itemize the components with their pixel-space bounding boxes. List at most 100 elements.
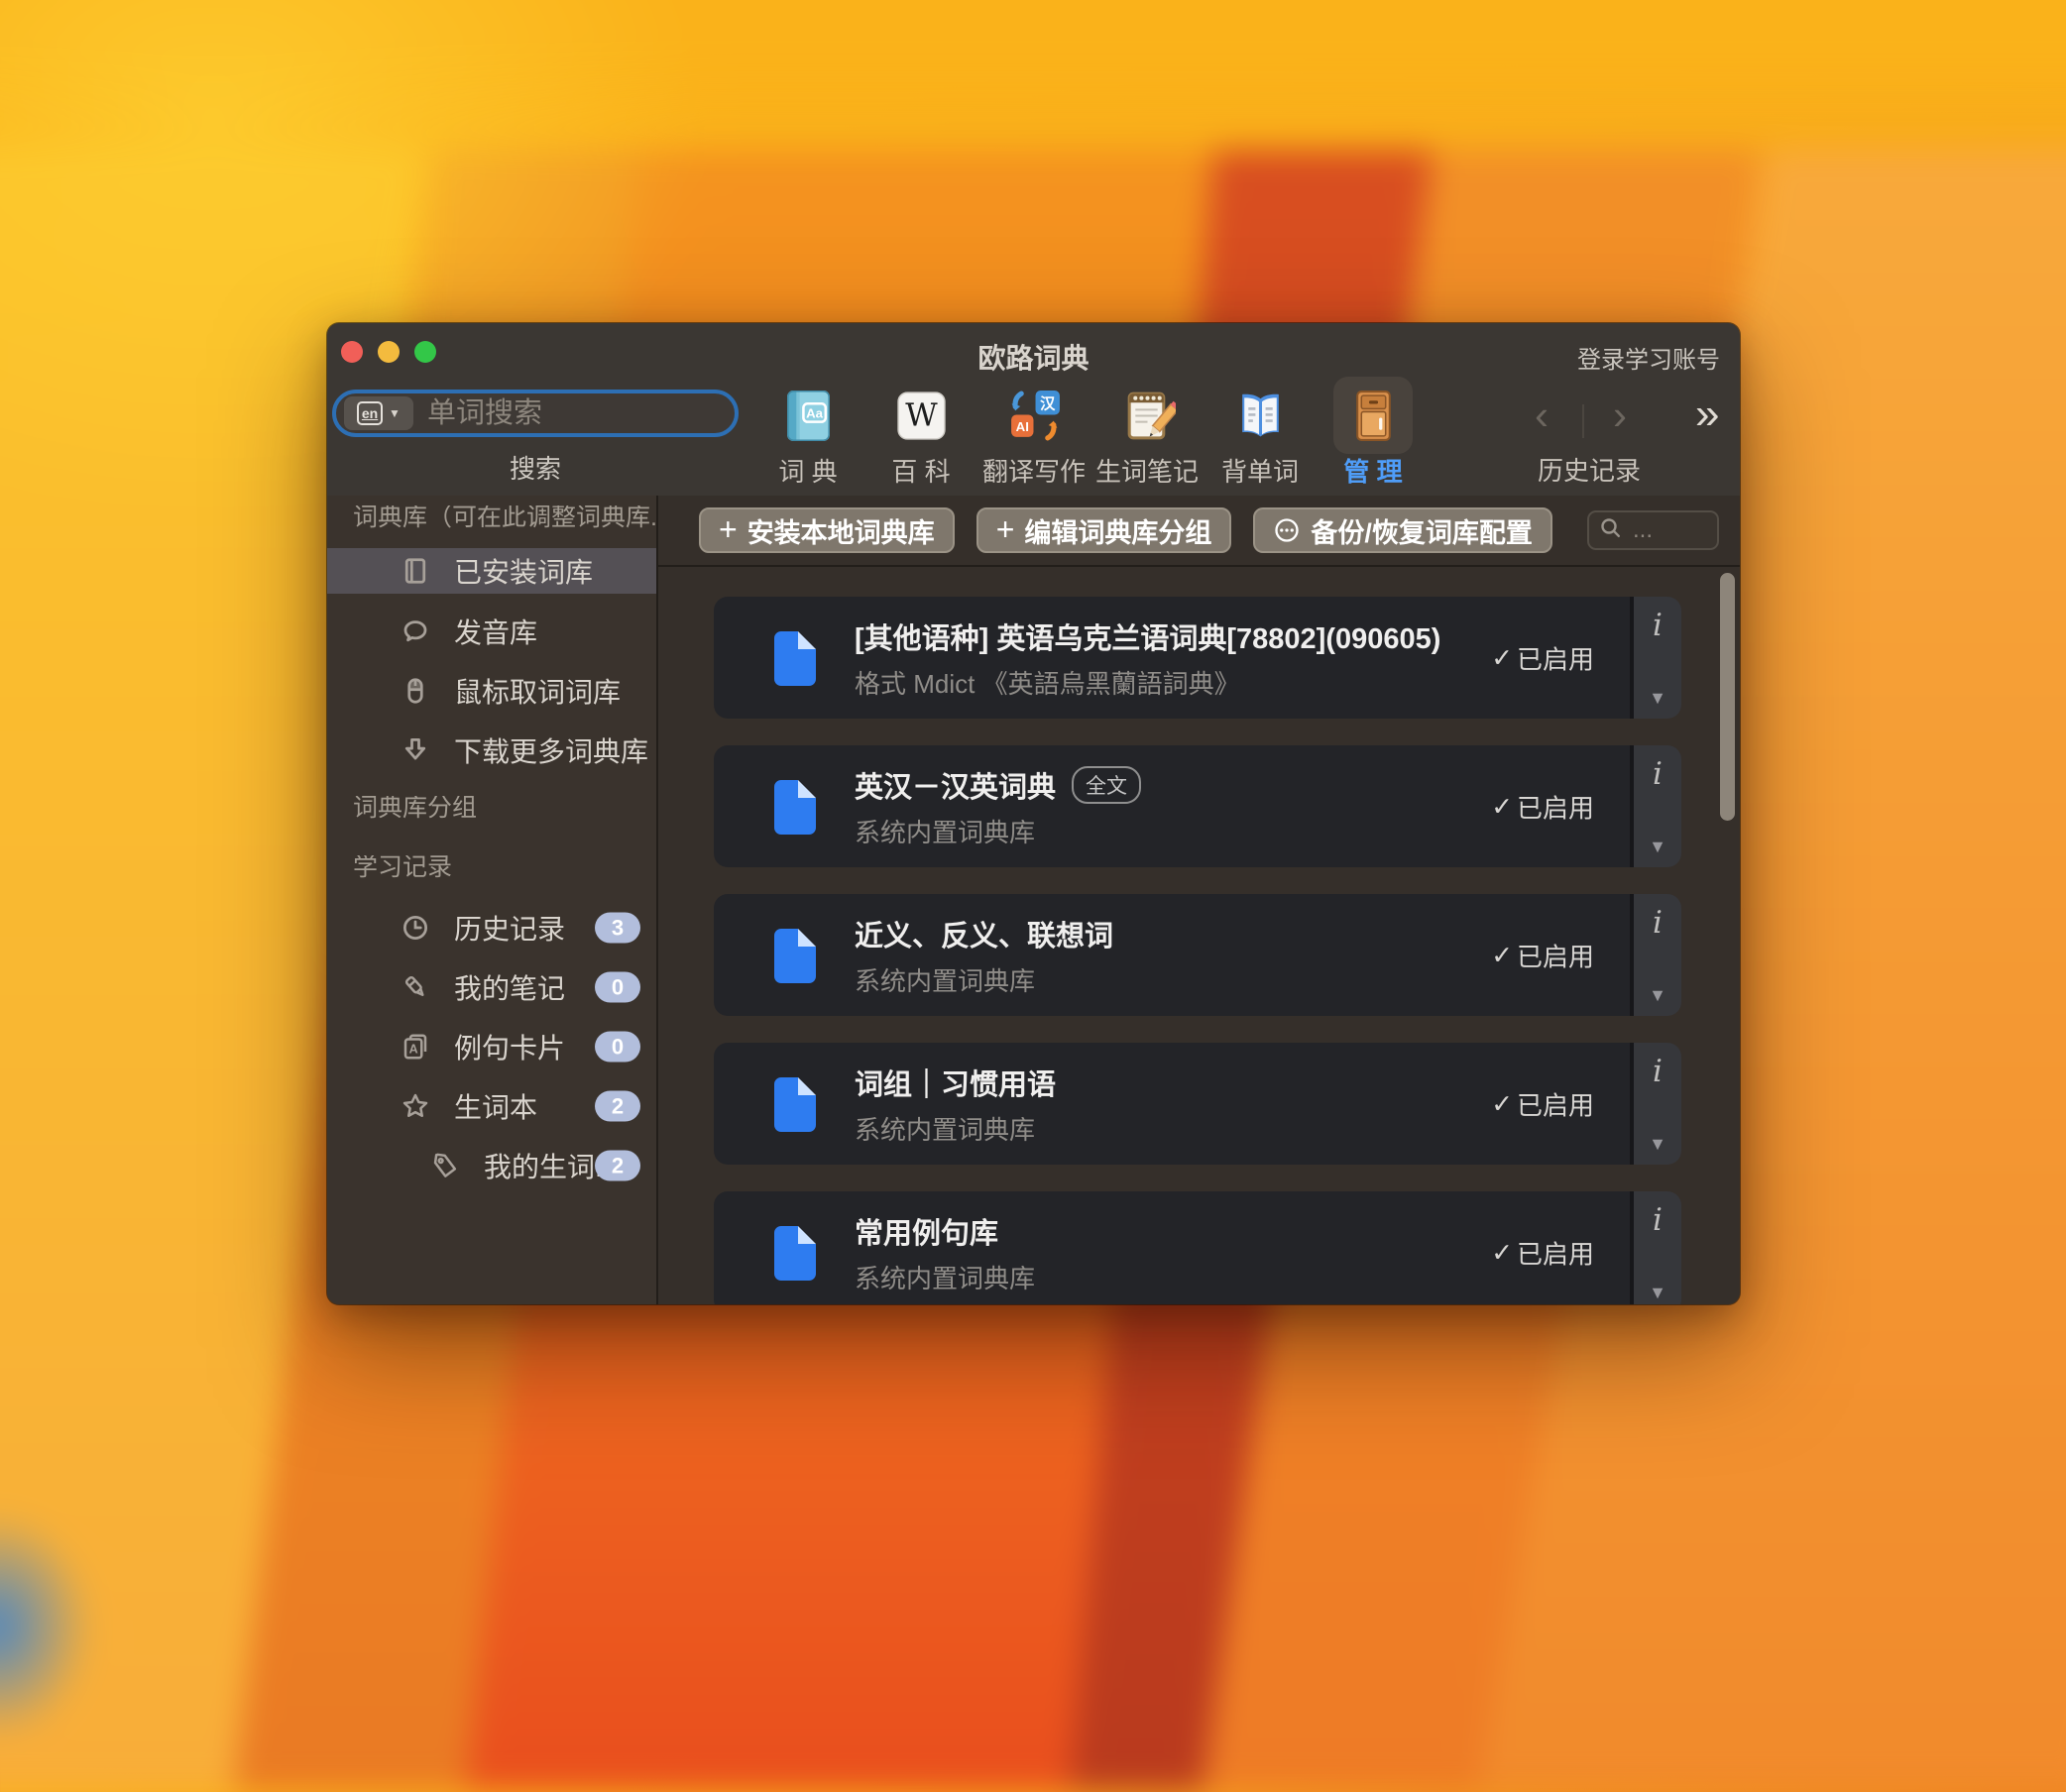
count-badge: 0 bbox=[595, 1032, 640, 1063]
backup-restore-button[interactable]: 备份/恢复词库配置 bbox=[1253, 507, 1552, 553]
count-badge: 3 bbox=[595, 913, 640, 944]
tab-label-dictionary: 词 典 bbox=[746, 452, 870, 489]
flashcard-icon: A bbox=[401, 1032, 430, 1062]
login-account-button[interactable]: 登录学习账号 bbox=[1577, 340, 1720, 375]
tab-label-manage: 管 理 bbox=[1311, 452, 1435, 489]
check-icon: ✓ bbox=[1491, 1088, 1513, 1119]
tab-dictionary[interactable]: Aa 词 典 bbox=[751, 375, 864, 494]
expand-row-button[interactable]: ▼ bbox=[1649, 1284, 1666, 1301]
svg-text:W: W bbox=[905, 397, 938, 433]
close-button[interactable] bbox=[341, 341, 363, 363]
download-arrow-icon bbox=[401, 735, 430, 765]
tab-label-memorize-words: 背单词 bbox=[1198, 452, 1322, 489]
expand-row-button[interactable]: ▼ bbox=[1649, 986, 1666, 1004]
zoom-button[interactable] bbox=[414, 341, 436, 363]
dict-subtitle: 系统内置词典库 bbox=[855, 813, 1141, 849]
check-icon: ✓ bbox=[1491, 642, 1513, 673]
info-button[interactable]: i bbox=[1653, 1057, 1663, 1087]
document-icon bbox=[771, 630, 817, 686]
tab-encyclopedia[interactable]: W 百 科 bbox=[864, 375, 977, 494]
chevron-down-icon: ▼ bbox=[389, 406, 401, 420]
translate-icon: 汉 AI bbox=[1006, 388, 1063, 444]
info-button[interactable]: i bbox=[1653, 611, 1663, 641]
tab-translation-writing[interactable]: 汉AI 翻译写作 bbox=[977, 375, 1090, 494]
dictionary-book-icon: Aa bbox=[780, 388, 837, 444]
document-icon bbox=[771, 928, 817, 983]
sidebar-item-download-more-dicts[interactable]: 下载更多词典库 bbox=[327, 721, 656, 780]
dict-row[interactable]: 近义、反义、联想词 系统内置词典库 ✓ 已启用 i ▼ bbox=[714, 894, 1681, 1016]
count-badge: 0 bbox=[595, 972, 640, 1003]
back-button[interactable]: ‹ bbox=[1535, 394, 1549, 436]
scrollbar-thumb[interactable] bbox=[1720, 573, 1735, 821]
info-button[interactable]: i bbox=[1653, 908, 1663, 939]
toolbar-tabs: Aa 词 典 W 百 科 汉 AI 翻译写作 生词笔记 背单词 管 理 bbox=[751, 375, 1430, 494]
word-search-input[interactable] bbox=[413, 397, 735, 430]
svg-text:汉: 汉 bbox=[1040, 394, 1056, 412]
expand-row-button[interactable]: ▼ bbox=[1649, 1135, 1666, 1153]
tag-icon bbox=[430, 1151, 460, 1180]
sidebar-section-header: 词典库（可在此调整词典库... bbox=[353, 505, 656, 530]
sidebar-item-mouse-lookup-dicts[interactable]: 鼠标取词词库 bbox=[327, 661, 656, 721]
svg-text:AI: AI bbox=[1015, 418, 1028, 433]
dict-title: [其他语种] 英语乌克兰语词典[78802](090605) bbox=[855, 616, 1440, 657]
document-icon bbox=[771, 1076, 817, 1132]
wikipedia-icon: W bbox=[893, 388, 950, 444]
word-search-field[interactable]: en ▼ bbox=[332, 390, 739, 437]
minimize-button[interactable] bbox=[378, 341, 400, 363]
plus-icon: + bbox=[719, 513, 738, 547]
info-button[interactable]: i bbox=[1653, 1205, 1663, 1236]
enabled-status: ✓ 已启用 bbox=[1491, 788, 1594, 825]
info-button[interactable]: i bbox=[1653, 759, 1663, 790]
eudic-window: 欧路词典 登录学习账号 en ▼ 搜索 Aa 词 典 W 百 科 汉AI 翻译写… bbox=[327, 323, 1740, 1304]
language-book-icon: en bbox=[357, 401, 383, 425]
clock-icon bbox=[401, 913, 430, 943]
enabled-status: ✓ 已启用 bbox=[1491, 639, 1594, 676]
sidebar-item-wordbook[interactable]: 生词本 2 bbox=[327, 1076, 656, 1136]
sidebar-item-sentence-cards[interactable]: A 例句卡片 0 bbox=[327, 1017, 656, 1076]
forward-button[interactable]: › bbox=[1613, 394, 1627, 436]
marker-icon bbox=[401, 972, 430, 1002]
open-book-icon bbox=[1232, 388, 1289, 444]
search-language-selector[interactable]: en ▼ bbox=[344, 396, 413, 430]
enabled-status: ✓ 已启用 bbox=[1491, 1085, 1594, 1122]
svg-text:A: A bbox=[409, 1043, 418, 1057]
sidebar-item-my-notes[interactable]: 我的笔记 0 bbox=[327, 957, 656, 1017]
sidebar-section-header: 学习记录 bbox=[353, 855, 656, 880]
dict-subtitle: 系统内置词典库 bbox=[855, 1259, 1035, 1295]
sidebar-section-header: 词典库分组 bbox=[353, 796, 656, 821]
app-title: 欧路词典 bbox=[625, 337, 1442, 377]
star-icon bbox=[401, 1091, 430, 1121]
sidebar-item-my-words[interactable]: 我的生词... 2 bbox=[327, 1136, 656, 1195]
dict-filter-field[interactable] bbox=[1587, 510, 1719, 550]
dict-subtitle: 系统内置词典库 bbox=[855, 961, 1113, 998]
tab-vocab-notes[interactable]: 生词笔记 bbox=[1090, 375, 1204, 494]
sidebar-item-installed-dicts[interactable]: 已安装词库 bbox=[327, 548, 656, 594]
dict-filter-input[interactable] bbox=[1631, 515, 1694, 545]
sidebar-item-pronunciation-lib[interactable]: 发音库 bbox=[327, 602, 656, 661]
tab-label-vocab-notes: 生词笔记 bbox=[1085, 452, 1209, 489]
tab-label-translation-writing: 翻译写作 bbox=[972, 452, 1096, 489]
more-tools-button[interactable]: » bbox=[1695, 392, 1719, 436]
dict-title: 词组｜习惯用语 bbox=[855, 1062, 1056, 1103]
sidebar-item-history[interactable]: 历史记录 3 bbox=[327, 898, 656, 957]
enabled-status: ✓ 已启用 bbox=[1491, 937, 1594, 973]
edit-dict-groups-button[interactable]: + 编辑词典库分组 bbox=[976, 507, 1232, 553]
document-icon bbox=[771, 779, 817, 835]
notebook-pencil-icon bbox=[1119, 388, 1176, 444]
expand-row-button[interactable]: ▼ bbox=[1649, 838, 1666, 855]
dict-row[interactable]: 词组｜习惯用语 系统内置词典库 ✓ 已启用 i ▼ bbox=[714, 1043, 1681, 1165]
cabinet-icon bbox=[1345, 388, 1402, 444]
check-icon: ✓ bbox=[1491, 940, 1513, 970]
document-icon bbox=[771, 1225, 817, 1281]
tab-memorize-words[interactable]: 背单词 bbox=[1204, 375, 1317, 494]
dict-row[interactable]: 英汉－汉英词典 全文 系统内置词典库 ✓ 已启用 i ▼ bbox=[714, 745, 1681, 867]
install-local-dict-button[interactable]: + 安装本地词典库 bbox=[699, 507, 955, 553]
expand-row-button[interactable]: ▼ bbox=[1649, 689, 1666, 707]
dict-row[interactable]: 常用例句库 系统内置词典库 ✓ 已启用 i ▼ bbox=[714, 1191, 1681, 1304]
check-icon: ✓ bbox=[1491, 1237, 1513, 1268]
sidebar: 词典库（可在此调整词典库... 已安装词库 发音库 鼠标取词词库 下载更多词典库… bbox=[327, 496, 658, 1304]
tab-manage[interactable]: 管 理 bbox=[1317, 375, 1430, 494]
dict-title: 常用例句库 bbox=[855, 1210, 998, 1252]
fulltext-badge: 全文 bbox=[1072, 766, 1141, 804]
dict-row[interactable]: [其他语种] 英语乌克兰语词典[78802](090605) 格式 Mdict … bbox=[714, 597, 1681, 719]
